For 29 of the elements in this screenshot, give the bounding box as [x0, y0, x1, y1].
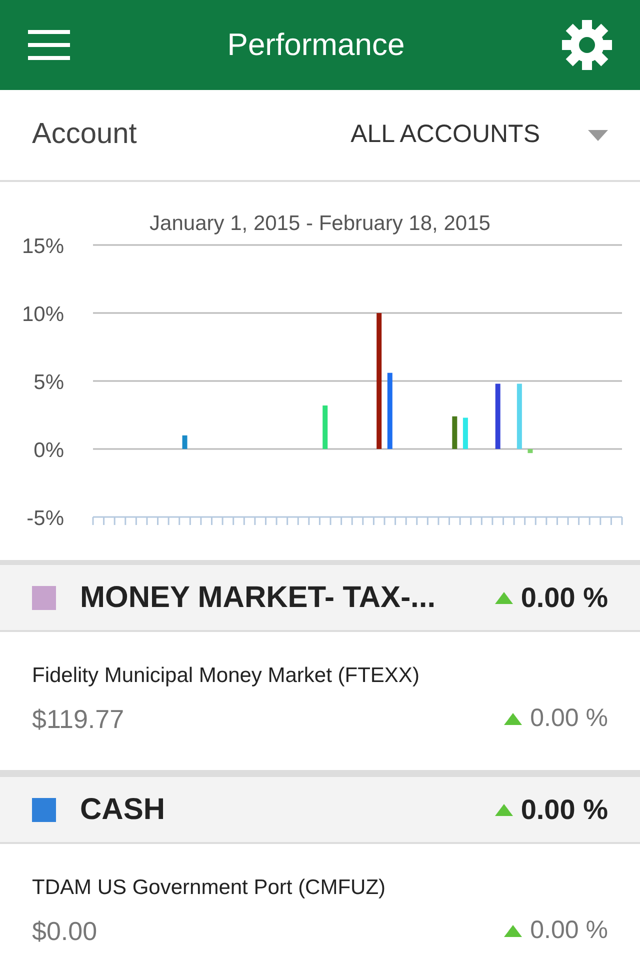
- group-title: CASH: [80, 792, 166, 828]
- page-title: Performance: [227, 26, 405, 64]
- bar: [528, 449, 533, 454]
- chart-title: January 1, 2015 - February 18, 2015: [148, 211, 492, 237]
- bar: [462, 418, 468, 449]
- account-label: Account: [32, 117, 137, 152]
- bar: [495, 384, 500, 449]
- holding-change: 0.00 %: [530, 915, 608, 946]
- holding-value: $0.00: [32, 914, 98, 948]
- group-title: MONEY MARKET- TAX-...: [80, 580, 437, 616]
- axis-label: 5%: [34, 371, 64, 394]
- menu-icon[interactable]: [28, 29, 70, 61]
- bar: [182, 435, 188, 449]
- bar: [322, 405, 328, 449]
- axis-label: 0%: [34, 439, 64, 462]
- holding-name: Fidelity Municipal Money Market (FTEXX): [32, 663, 420, 689]
- caret-icon: [588, 130, 608, 140]
- axis-label: 15%: [22, 235, 64, 258]
- settings-icon[interactable]: [562, 20, 612, 70]
- holding-change: 0.00 %: [530, 703, 608, 734]
- group-change: 0.00 %: [520, 580, 608, 614]
- axis-label: 10%: [22, 303, 64, 326]
- holding-name: TDAM US Government Port (CMFUZ): [32, 875, 387, 901]
- bar: [516, 384, 522, 449]
- group-change: 0.00 %: [520, 792, 608, 826]
- account-dropdown[interactable]: ALL ACCOUNTS: [350, 116, 608, 154]
- axis-label: -5%: [26, 507, 64, 530]
- bar: [452, 416, 458, 449]
- holding-value: $119.77: [32, 702, 126, 736]
